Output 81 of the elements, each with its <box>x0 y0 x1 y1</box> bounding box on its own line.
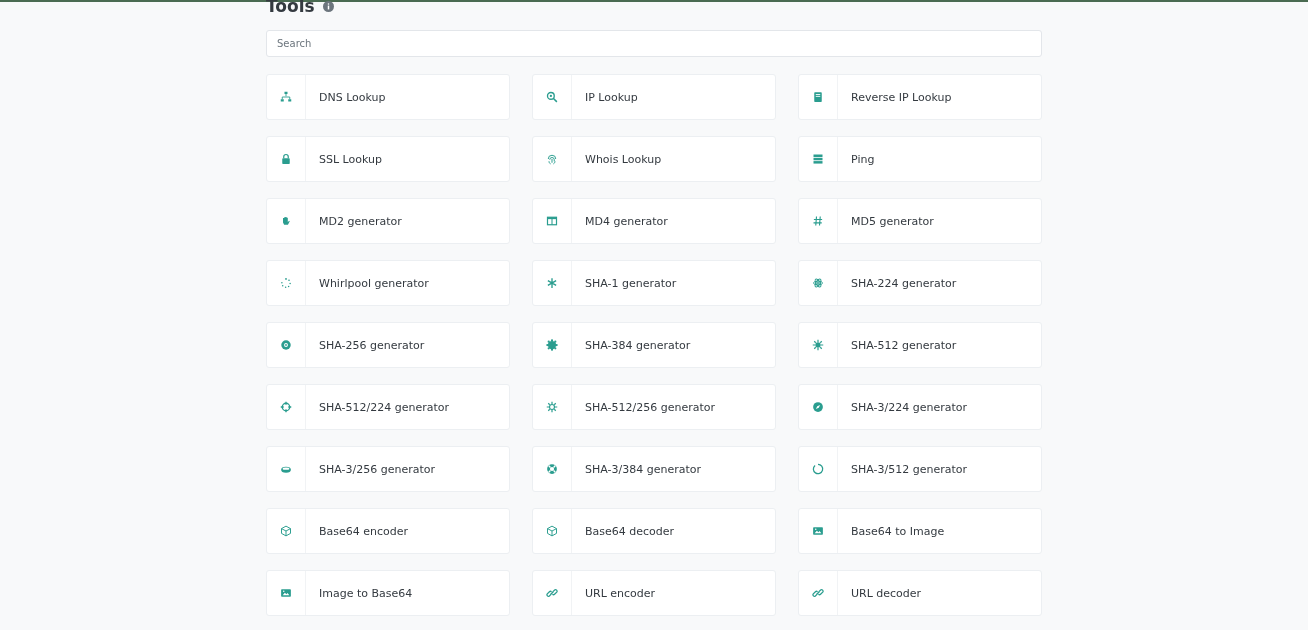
tool-label: Whirlpool generator <box>318 276 429 290</box>
tool-label: SSL Lookup <box>318 152 382 166</box>
tool-card[interactable]: Whirlpool generator <box>266 260 510 306</box>
tool-card[interactable]: Base64 decoder <box>532 508 776 554</box>
tool-label: SHA-384 generator <box>584 338 691 352</box>
tool-card[interactable]: URL encoder <box>532 570 776 616</box>
link-icon <box>546 587 558 599</box>
tool-label: SHA-256 generator <box>318 338 425 352</box>
asterisk-icon <box>546 277 558 289</box>
tool-card[interactable]: SHA-1 generator <box>532 260 776 306</box>
search-icon <box>546 91 558 103</box>
tool-card[interactable]: Whois Lookup <box>532 136 776 182</box>
tool-card[interactable]: IP Lookup <box>532 74 776 120</box>
fingerprint-icon <box>546 153 558 165</box>
hashtag-icon <box>812 215 824 227</box>
book-icon <box>812 91 824 103</box>
tool-label: IP Lookup <box>584 90 638 104</box>
tool-card[interactable]: URL decoder <box>798 570 1042 616</box>
lock-icon <box>280 153 292 165</box>
badge-icon <box>546 339 558 351</box>
tool-card[interactable]: Base64 encoder <box>266 508 510 554</box>
tool-card[interactable]: SHA-512 generator <box>798 322 1042 368</box>
network-icon <box>280 91 292 103</box>
tool-label: SHA-3/384 generator <box>584 462 702 476</box>
tool-card[interactable]: Ping <box>798 136 1042 182</box>
tool-label: Ping <box>850 152 875 166</box>
tool-label: SHA-3/512 generator <box>850 462 968 476</box>
tool-card[interactable]: SHA-512/224 generator <box>266 384 510 430</box>
tool-card[interactable]: SHA-3/256 generator <box>266 446 510 492</box>
tool-label: DNS Lookup <box>318 90 386 104</box>
tool-card[interactable]: DNS Lookup <box>266 74 510 120</box>
tool-card[interactable]: SHA-3/384 generator <box>532 446 776 492</box>
tool-card[interactable]: Base64 to Image <box>798 508 1042 554</box>
tool-label: SHA-3/256 generator <box>318 462 436 476</box>
image-icon <box>812 525 824 537</box>
tool-label: SHA-1 generator <box>584 276 677 290</box>
life-ring-icon <box>546 463 558 475</box>
record-icon <box>280 339 292 351</box>
tool-card[interactable]: MD4 generator <box>532 198 776 244</box>
search-field[interactable]: Search <box>266 30 1042 57</box>
crosshairs-icon <box>280 401 292 413</box>
info-icon[interactable] <box>322 0 334 12</box>
tool-card[interactable]: SSL Lookup <box>266 136 510 182</box>
tool-card[interactable]: SHA-3/224 generator <box>798 384 1042 430</box>
tool-label: MD2 generator <box>318 214 402 228</box>
tool-label: Whois Lookup <box>584 152 662 166</box>
link-icon <box>812 587 824 599</box>
tool-label: Base64 encoder <box>318 524 409 538</box>
tool-label: URL encoder <box>584 586 656 600</box>
tool-label: Base64 decoder <box>584 524 675 538</box>
tool-label: Base64 to Image <box>850 524 945 538</box>
tool-label: SHA-512/256 generator <box>584 400 716 414</box>
cube-icon <box>546 525 558 537</box>
tool-label: SHA-224 generator <box>850 276 957 290</box>
tool-label: URL decoder <box>850 586 922 600</box>
tool-card[interactable]: Reverse IP Lookup <box>798 74 1042 120</box>
tool-label: MD4 generator <box>584 214 668 228</box>
hand-icon <box>280 215 292 227</box>
columns-icon <box>546 215 558 227</box>
tool-label: SHA-512/224 generator <box>318 400 450 414</box>
server-icon <box>812 153 824 165</box>
tool-card[interactable]: MD5 generator <box>798 198 1042 244</box>
spinner-icon <box>280 277 292 289</box>
tool-label: MD5 generator <box>850 214 934 228</box>
tool-label: Image to Base64 <box>318 586 413 600</box>
tool-card[interactable]: Image to Base64 <box>266 570 510 616</box>
tool-card[interactable]: MD2 generator <box>266 198 510 244</box>
tool-card[interactable]: SHA-384 generator <box>532 322 776 368</box>
tool-label: SHA-3/224 generator <box>850 400 968 414</box>
image-icon <box>280 587 292 599</box>
page-title: Tools <box>266 0 315 16</box>
tool-card[interactable]: SHA-3/512 generator <box>798 446 1042 492</box>
tool-label: Reverse IP Lookup <box>850 90 952 104</box>
sun-icon <box>812 339 824 351</box>
tool-label: SHA-512 generator <box>850 338 957 352</box>
tool-card[interactable]: SHA-224 generator <box>798 260 1042 306</box>
tool-card[interactable]: SHA-256 generator <box>266 322 510 368</box>
sun-icon <box>546 401 558 413</box>
tool-card[interactable]: SHA-512/256 generator <box>532 384 776 430</box>
compass-icon <box>812 401 824 413</box>
cube-icon <box>280 525 292 537</box>
